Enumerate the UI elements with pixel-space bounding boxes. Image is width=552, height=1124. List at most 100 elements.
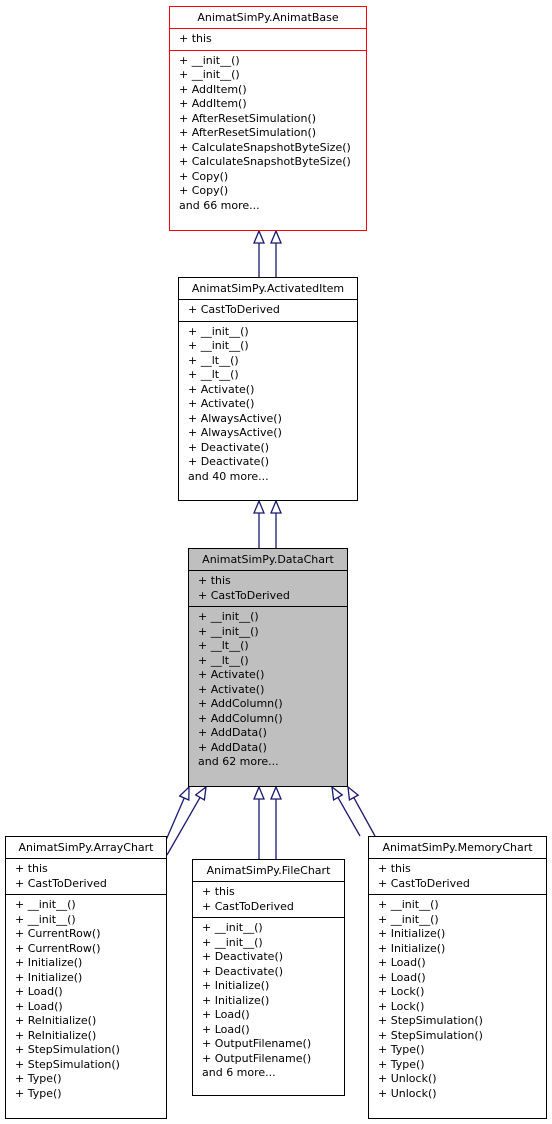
- class-activated-item[interactable]: AnimatSimPy.ActivatedItem + CastToDerive…: [178, 277, 358, 501]
- operation-item: + Lock(): [378, 985, 425, 998]
- class-name: AnimatSimPy.MemoryChart: [369, 837, 546, 859]
- operation-item: + AddItem(): [179, 82, 247, 96]
- operation-item: + AddColumn(): [198, 711, 283, 725]
- operation-item: + __lt__(): [198, 639, 249, 652]
- class-animat-base[interactable]: AnimatSimPy.AnimatBase + this + __init__…: [169, 6, 367, 231]
- class-file-chart[interactable]: AnimatSimPy.FileChart + this + CastToDeri…: [192, 859, 345, 1096]
- operation-item: + Activate(): [198, 668, 265, 681]
- attributes-section: + CastToDerived: [179, 300, 357, 322]
- operation-item: + Type(): [15, 1086, 62, 1100]
- inheritance-arrowhead-icon: [347, 785, 360, 801]
- inheritance-arrowhead-icon: [270, 785, 282, 800]
- operation-item: + OutputFilename(): [202, 1051, 312, 1065]
- inheritance-arrowhead-icon: [270, 229, 282, 244]
- operations-section: + __init__() + __init__() + AddItem() + Add…: [170, 51, 366, 217]
- more-members-note: and 40 more...: [188, 469, 269, 483]
- class-array-chart[interactable]: AnimatSimPy.ArrayChart + this + CastToDer…: [5, 836, 167, 1119]
- inheritance-arrowhead-icon: [331, 785, 344, 801]
- operation-item: + __init__(): [15, 898, 76, 911]
- operation-item: + StepSimulation(): [378, 1014, 483, 1027]
- operation-item: + Lock(): [378, 999, 425, 1013]
- attribute-item: + CastToDerived: [378, 876, 470, 890]
- attributes-section: + this + CastToDerived: [6, 859, 166, 895]
- operation-item: + Load(): [202, 1022, 250, 1036]
- class-memory-chart[interactable]: AnimatSimPy.MemoryChart + this + CastToDe…: [368, 836, 547, 1119]
- attribute-item: + CastToDerived: [188, 303, 280, 316]
- operation-item: + Unlock(): [378, 1072, 437, 1085]
- class-name: AnimatSimPy.ActivatedItem: [179, 278, 357, 300]
- attributes-section: + this + CastToDerived: [189, 571, 347, 607]
- operation-item: + Activate(): [198, 682, 265, 696]
- class-data-chart[interactable]: AnimatSimPy.DataChart + this + CastToDeri…: [188, 548, 348, 787]
- operation-item: + Type(): [378, 1043, 425, 1056]
- operations-section: + __init__() + __init__() + __lt__() + __lt…: [179, 322, 357, 488]
- inheritance-arrowhead-icon: [178, 785, 190, 801]
- operations-section: + __init__() + __init__() + CurrentRow() + …: [6, 895, 166, 1104]
- operation-item: + CurrentRow(): [15, 941, 101, 955]
- attributes-section: + this: [170, 29, 366, 51]
- attributes-section: + this + CastToDerived: [369, 859, 546, 895]
- operation-item: + AlwaysActive(): [188, 426, 282, 439]
- operation-item: + Type(): [15, 1072, 62, 1085]
- attribute-item: + this: [378, 862, 411, 875]
- operation-item: + Initialize(): [378, 941, 446, 955]
- operation-item: + Initialize(): [15, 970, 83, 984]
- operation-item: + Unlock(): [378, 1086, 437, 1100]
- operation-item: + __lt__(): [188, 353, 239, 367]
- operation-item: + CalculateSnapshotByteSize(): [179, 140, 351, 154]
- inheritance-arrowhead-icon: [253, 785, 265, 800]
- operation-item: + __init__(): [198, 610, 259, 623]
- operation-item: + CalculateSnapshotByteSize(): [179, 155, 351, 168]
- attribute-item: + CastToDerived: [198, 588, 290, 602]
- operation-item: + StepSimulation(): [15, 1043, 120, 1056]
- inheritance-arrowhead-icon: [194, 785, 207, 801]
- operation-item: + Deactivate(): [202, 964, 284, 978]
- operation-item: + __lt__(): [198, 653, 249, 667]
- more-members-note: and 6 more...: [202, 1066, 276, 1079]
- operation-item: + Deactivate(): [188, 440, 270, 454]
- operation-item: + AlwaysActive(): [188, 411, 282, 425]
- class-name: AnimatSimPy.ArrayChart: [6, 837, 166, 859]
- operation-item: + __init__(): [188, 339, 249, 352]
- class-name: AnimatSimPy.DataChart: [189, 549, 347, 571]
- operation-item: + StepSimulation(): [378, 1028, 483, 1042]
- class-name: AnimatSimPy.AnimatBase: [170, 7, 366, 29]
- attributes-section: + this + CastToDerived: [193, 882, 344, 918]
- attribute-item: + this: [198, 574, 231, 587]
- operation-item: + Load(): [15, 985, 63, 998]
- operation-item: + Load(): [378, 970, 426, 984]
- operation-item: + __init__(): [378, 898, 439, 911]
- operation-item: + Activate(): [188, 382, 255, 396]
- operation-item: + AddData(): [198, 726, 267, 739]
- operation-item: + __init__(): [198, 624, 259, 638]
- operation-item: + AddColumn(): [198, 697, 283, 710]
- operation-item: + __lt__(): [188, 368, 239, 381]
- operation-item: + AddItem(): [179, 97, 247, 110]
- operation-item: + Activate(): [188, 397, 255, 410]
- operation-item: + __init__(): [202, 921, 263, 934]
- attribute-item: + CastToDerived: [202, 899, 294, 913]
- operation-item: + Copy(): [179, 184, 229, 197]
- attribute-item: + this: [15, 862, 48, 875]
- operation-item: + Deactivate(): [188, 455, 270, 468]
- operation-item: + AfterResetSimulation(): [179, 111, 317, 125]
- attribute-item: + this: [202, 885, 235, 898]
- operations-section: + __init__() + __init__() + Deactivate() + …: [193, 918, 344, 1084]
- class-name: AnimatSimPy.FileChart: [193, 860, 344, 882]
- more-members-note: and 66 more...: [179, 198, 260, 212]
- operation-item: + StepSimulation(): [15, 1057, 120, 1071]
- operation-item: + __init__(): [15, 912, 76, 926]
- operation-item: + AddData(): [198, 740, 267, 754]
- operations-section: + __init__() + __init__() + Initialize() + …: [369, 895, 546, 1104]
- inheritance-arrowhead-icon: [270, 499, 282, 514]
- operation-item: + ReInitialize(): [15, 1014, 97, 1027]
- operation-item: + Initialize(): [202, 979, 270, 992]
- operation-item: + __init__(): [179, 68, 240, 81]
- operation-item: + AfterResetSimulation(): [179, 126, 317, 139]
- inheritance-arrowhead-icon: [253, 229, 265, 244]
- operation-item: + Copy(): [179, 169, 229, 183]
- attribute-item: + CastToDerived: [15, 876, 107, 890]
- operation-item: + Load(): [15, 999, 63, 1013]
- operation-item: + Load(): [202, 1008, 250, 1021]
- operation-item: + OutputFilename(): [202, 1037, 312, 1050]
